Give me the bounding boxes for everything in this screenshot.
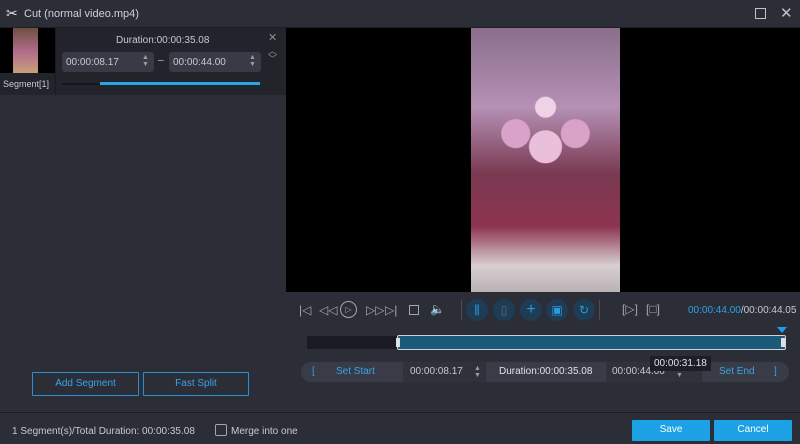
add-segment-button[interactable]: Add Segment (32, 372, 139, 396)
divider (599, 300, 600, 320)
range-dash: – (158, 55, 164, 66)
set-end-button[interactable]: Set End (719, 366, 755, 377)
play-icon[interactable]: ▷ (340, 301, 357, 318)
divider (461, 300, 462, 320)
thumbnail-image (13, 28, 38, 73)
end-handle[interactable] (781, 338, 785, 347)
skip-start-icon[interactable]: |◁ (299, 303, 311, 317)
playhead-marker[interactable] (777, 327, 787, 333)
window-title: Cut (normal video.mp4) (24, 8, 139, 20)
rewind-icon[interactable]: ◁◁ (319, 303, 337, 317)
move-down-icon[interactable]: ﹀ (268, 52, 277, 65)
cut-duration: Duration:00:00:35.08 (499, 366, 593, 377)
segment-start-input[interactable]: 00:00:08.17 (62, 52, 154, 72)
copy-icon[interactable]: ▣ (546, 299, 568, 321)
cut-end-stepper-icon[interactable]: ▼ (676, 372, 683, 379)
merge-label[interactable]: Merge into one (231, 426, 298, 437)
segment-label: Segment[1] (3, 79, 50, 89)
save-button[interactable]: Save (632, 420, 710, 441)
open-bracket: [ (312, 366, 315, 377)
segment-start-value: 00:00:08.17 (66, 57, 119, 68)
current-time: 00:00:44.00 (688, 305, 741, 316)
scissors-icon: ✂ (6, 5, 18, 21)
merge-checkbox[interactable] (215, 424, 227, 436)
end-stepper-icon[interactable]: ▲ ▼ (249, 54, 256, 68)
cut-start-stepper-icon[interactable]: ▲ ▼ (474, 365, 481, 379)
add-icon[interactable]: + (520, 299, 542, 321)
cut-start-value: 00:00:08.17 (410, 366, 463, 377)
total-time: /00:00:44.05 (740, 305, 797, 316)
segment-end-input[interactable]: 00:00:44.00 (169, 52, 261, 72)
maximize-icon[interactable] (755, 8, 766, 19)
segment-duration: Duration:00:00:35.08 (116, 35, 210, 46)
fast-forward-icon[interactable]: ▷▷ (366, 303, 384, 317)
set-start-button[interactable]: Set Start (336, 366, 375, 377)
volume-icon[interactable]: 🔈 (430, 302, 445, 316)
fast-split-button[interactable]: Fast Split (143, 372, 249, 396)
split-icon[interactable]: ⫼ (466, 299, 488, 321)
delete-icon[interactable]: ▯ (493, 299, 515, 321)
delete-segment-icon[interactable]: ✕ (268, 31, 277, 44)
reset-icon[interactable]: ↻ (573, 299, 595, 321)
summary-text: 1 Segment(s)/Total Duration: 00:00:35.08 (12, 426, 195, 437)
stop-selection-icon[interactable]: [□] (646, 302, 660, 316)
time-tooltip: 00:00:31.18 (650, 356, 711, 371)
close-icon[interactable]: ✕ (780, 4, 793, 22)
start-stepper-icon[interactable]: ▲ ▼ (142, 54, 149, 68)
timeline-selection[interactable] (397, 335, 786, 350)
start-handle[interactable] (396, 338, 400, 347)
play-selection-icon[interactable]: [▷] (622, 302, 638, 316)
video-frame (471, 28, 620, 292)
skip-end-icon[interactable]: ▷| (385, 303, 397, 317)
time-display: 00:00:44.00/00:00:44.05 (688, 305, 796, 316)
segment-end-value: 00:00:44.00 (173, 57, 226, 68)
stop-icon[interactable] (409, 305, 419, 315)
cancel-button[interactable]: Cancel (714, 420, 792, 441)
close-bracket: ] (774, 366, 777, 377)
segment-progress-fill (99, 82, 260, 85)
